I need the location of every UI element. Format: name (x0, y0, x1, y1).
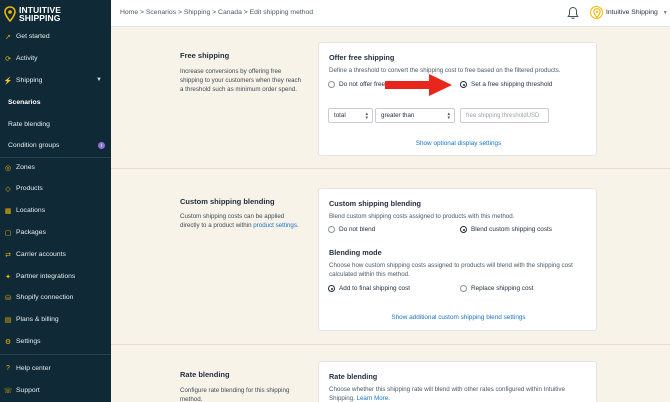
free-shipping-section-title: Free shipping (180, 51, 230, 60)
blending-mode-title: Blending mode (329, 248, 382, 257)
radio-dot[interactable] (328, 226, 335, 233)
sidebar-item-packages[interactable]: ▢ Packages (0, 223, 111, 242)
gear-icon: ⚙ (4, 338, 12, 346)
add-to-final-cost-radio[interactable]: Add to final shipping cost (328, 285, 410, 292)
red-arrow-annotation (385, 74, 452, 96)
select-arrows-icon: ▴ ▾ (365, 111, 368, 121)
custom-blending-card: Custom shipping blending Blend custom sh… (318, 188, 597, 331)
rate-blending-section-desc: Configure rate blending for this shippin… (180, 387, 290, 402)
learn-more-link[interactable]: Learn More. (357, 395, 390, 402)
custom-blending-card-title: Custom shipping blending (329, 199, 422, 208)
do-not-offer-free-radio[interactable]: Do not offer free (328, 81, 385, 88)
billing-icon: ▤ (4, 316, 12, 324)
help-icon: ? (6, 365, 10, 372)
sidebar-item-partner-integrations[interactable]: ✦ Partner integrations (0, 267, 111, 286)
replace-shipping-cost-radio[interactable]: Replace shipping cost (460, 285, 534, 292)
rate-blending-card-text: Choose whether this shipping rate will b… (329, 386, 565, 402)
product-settings-link[interactable]: product settings (253, 222, 297, 229)
free-shipping-card: Offer free shipping Define a threshold t… (318, 42, 597, 156)
user-menu[interactable]: Intuitive Shipping ▼ (590, 6, 668, 19)
sidebar-item-support[interactable]: ☏ Support (0, 381, 111, 400)
section-divider (111, 168, 670, 169)
sidebar-item-help-center[interactable]: ? Help center (0, 359, 111, 378)
breadcrumb[interactable]: Home > Scenarios > Shipping > Canada > E… (120, 9, 313, 16)
do-not-blend-radio[interactable]: Do not blend (328, 226, 375, 233)
custom-blending-section-desc: Custom shipping costs can be applied dir… (180, 213, 299, 229)
threshold-basis-select[interactable]: total ▴ ▾ (328, 108, 373, 123)
sidebar-item-plans-billing[interactable]: ▤ Plans & billing (0, 310, 111, 329)
packages-icon: ▢ (4, 229, 12, 237)
sidebar-item-locations[interactable]: ▦ Locations (0, 201, 111, 220)
activity-icon: ⟳ (5, 55, 11, 63)
show-blend-settings-link[interactable]: Show additional custom shipping blend se… (319, 314, 598, 321)
sidebar-item-shopify-connection[interactable]: ⛁ Shopify connection (0, 288, 111, 307)
chevron-down-icon: ▼ (96, 77, 102, 83)
custom-blending-card-text: Blend custom shipping costs assigned to … (329, 213, 515, 220)
avatar (590, 6, 603, 19)
info-badge: i (98, 142, 105, 149)
sidebar-item-shipping[interactable]: ⚡ Shipping ▼ (0, 71, 111, 90)
sidebar-item-condition-groups[interactable]: Condition groups i (0, 136, 111, 155)
topbar: Home > Scenarios > Shipping > Canada > E… (111, 0, 670, 27)
sidebar: INTUITIVE SHIPPING ➚ Get started ⟳ Activ… (0, 0, 111, 402)
sidebar-item-rate-blending[interactable]: Rate blending (0, 115, 111, 134)
shipping-icon: ⚡ (3, 77, 13, 85)
shopify-icon: ⛁ (5, 294, 11, 302)
radio-dot[interactable] (460, 285, 467, 292)
set-free-threshold-radio[interactable]: Set a free shipping threshold (460, 81, 552, 88)
sidebar-divider (0, 354, 111, 355)
show-optional-display-settings-link[interactable]: Show optional display settings (319, 140, 598, 147)
rate-blending-card-title: Rate blending (329, 372, 378, 381)
blending-mode-text: Choose how custom shipping costs assigne… (329, 262, 573, 278)
products-icon: ◇ (5, 185, 11, 193)
select-arrows-icon: ▴ ▾ (447, 111, 450, 121)
zones-icon: ◎ (4, 164, 12, 172)
support-icon: ☏ (3, 387, 13, 395)
rate-blending-section-title: Rate blending (180, 370, 230, 379)
radio-dot[interactable] (328, 285, 335, 292)
sidebar-item-carrier-accounts[interactable]: ⇄ Carrier accounts (0, 245, 111, 264)
user-name: Intuitive Shipping (606, 9, 658, 16)
custom-blending-section-title: Custom shipping blending (180, 197, 275, 206)
sidebar-item-activity[interactable]: ⟳ Activity (0, 49, 111, 68)
logo-text: INTUITIVE SHIPPING (19, 5, 61, 23)
sidebar-item-zones[interactable]: ◎ Zones (0, 158, 111, 177)
locations-icon: ▦ (4, 207, 12, 215)
rate-blending-card: Rate blending Choose whether this shippi… (318, 361, 597, 402)
bell-icon[interactable] (567, 6, 579, 20)
radio-dot[interactable] (328, 81, 335, 88)
app-logo[interactable]: INTUITIVE SHIPPING (0, 0, 111, 28)
chevron-down-icon: ▼ (662, 9, 668, 16)
logo-pin-icon (4, 6, 16, 22)
free-shipping-section-desc: Increase conversions by offering free sh… (180, 68, 302, 93)
partner-icon: ✦ (5, 273, 11, 281)
sidebar-item-scenarios[interactable]: Scenarios (0, 93, 111, 112)
comparison-select[interactable]: greater than ▴ ▾ (375, 108, 455, 123)
sidebar-item-get-started[interactable]: ➚ Get started (0, 27, 111, 46)
sidebar-item-settings[interactable]: ⚙ Settings (0, 332, 111, 351)
rocket-icon: ➚ (5, 33, 11, 41)
carrier-icon: ⇄ (5, 251, 11, 259)
radio-dot[interactable] (460, 81, 467, 88)
sidebar-item-products[interactable]: ◇ Products (0, 179, 111, 198)
logo-pin-icon (592, 7, 601, 18)
free-shipping-threshold-input[interactable]: free shipping threshold USD (460, 108, 549, 123)
blend-custom-costs-radio[interactable]: Blend custom shipping costs (460, 226, 552, 233)
section-divider (111, 344, 670, 345)
free-shipping-card-title: Offer free shipping (329, 53, 395, 62)
free-shipping-card-text: Define a threshold to convert the shippi… (329, 67, 561, 74)
radio-dot[interactable] (460, 226, 467, 233)
